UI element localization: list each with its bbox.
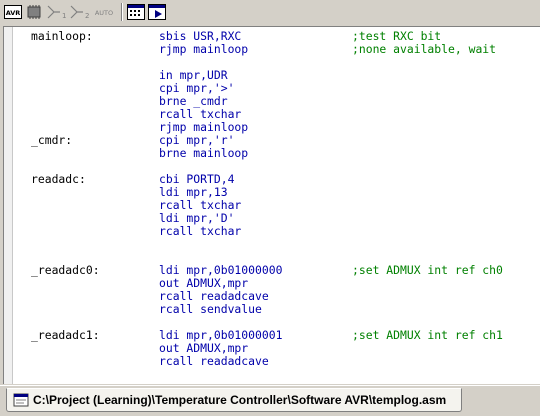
code-line[interactable]: rcall readadcave [4,355,540,368]
code-line[interactable]: ldi mpr,13 [4,186,540,199]
svg-text:AUTO: AUTO [95,9,113,17]
code-line[interactable]: _cmdr: cpi mpr,'r' [4,134,540,147]
code-line[interactable]: rcall txchar [4,225,540,238]
code-comment: ;none available, wait [352,42,497,56]
svg-text:AVR: AVR [6,9,21,17]
code-label: _readadc1: [31,328,100,342]
code-instruction: rcall sendvalue [159,302,262,316]
toolbar: AVR 1 2 AUTO [0,0,540,24]
code-line[interactable]: out ADMUX,mpr [4,277,540,290]
code-instruction: rcall txchar [159,224,242,238]
code-line[interactable]: rcall readadcave [4,290,540,303]
code-comment: ;set ADMUX int ref ch1 [352,328,503,342]
document-icon [13,393,29,407]
code-line[interactable]: rcall txchar [4,108,540,121]
code-line[interactable] [4,56,540,69]
code-instruction: brne mainloop [159,146,249,160]
code-comment: ;set ADMUX int ref ch0 [352,263,503,277]
toolbar-separator [121,3,123,21]
code-editor[interactable]: mainloop: sbis USR,RXC ;test RXC bit rjmp m… [3,26,540,384]
debug-step-1-icon[interactable]: 1 [46,3,66,21]
code-line[interactable]: ldi mpr,'D' [4,212,540,225]
memory-window-icon[interactable] [127,3,145,21]
code-label: _cmdr: [31,133,73,147]
code-line[interactable]: rcall sendvalue [4,303,540,316]
file-tab[interactable]: C:\Project (Learning)\Temperature Contro… [6,388,462,412]
svg-text:2: 2 [85,12,89,20]
code-line[interactable] [4,238,540,251]
file-path-label: C:\Project (Learning)\Temperature Contro… [33,393,447,407]
code-line[interactable]: rcall txchar [4,199,540,212]
code-line[interactable]: rjmp mainloop ;none available, wait [4,43,540,56]
code-line[interactable]: out ADMUX,mpr [4,342,540,355]
code-line[interactable]: _readadc0: ldi mpr,0b01000000 ;set ADMUX i… [4,264,540,277]
code-label: readadc: [31,172,86,186]
code-line[interactable]: _readadc1: ldi mpr,0b01000001 ;set ADMUX i… [4,329,540,342]
chip-icon[interactable] [25,3,43,21]
code-instruction: rcall readadcave [159,354,269,368]
code-line[interactable]: brne mainloop [4,147,540,160]
debug-step-2-icon[interactable]: 2 [69,3,89,21]
auto-icon[interactable]: AUTO [92,3,116,21]
file-tab-bar: C:\Project (Learning)\Temperature Contro… [0,385,540,416]
run-icon[interactable] [148,3,166,21]
code-line[interactable]: readadc: cbi PORTD,4 [4,173,540,186]
code-line[interactable]: in mpr,UDR [4,69,540,82]
code-label: _readadc0: [31,263,100,277]
code-instruction: rjmp mainloop [159,42,249,56]
code-line[interactable]: rjmp mainloop [4,121,540,134]
code-line[interactable]: brne _cmdr [4,95,540,108]
code-label: mainloop: [31,29,93,43]
code-line[interactable] [4,368,540,381]
code-line[interactable]: cpi mpr,'>' [4,82,540,95]
svg-text:1: 1 [62,12,66,20]
code-lines: mainloop: sbis USR,RXC ;test RXC bit rjmp m… [4,30,540,381]
avr-build-icon[interactable]: AVR [4,3,22,21]
